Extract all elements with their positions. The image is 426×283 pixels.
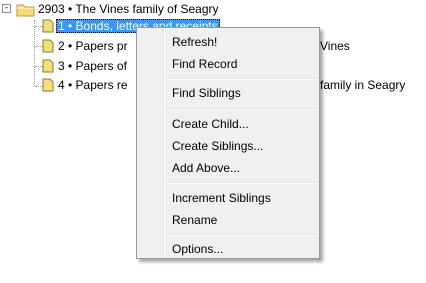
menu-item-label: Find Record <box>172 57 238 71</box>
menu-separator <box>167 108 316 110</box>
document-icon <box>42 19 54 33</box>
menu-item-label: Refresh! <box>172 35 218 49</box>
menu-item-label: Create Child... <box>172 117 249 131</box>
tree-node-label: 2903 • The Vines family of Seagry <box>38 2 219 16</box>
menu-item-find-siblings[interactable]: Find Siblings <box>140 82 316 104</box>
tree-guide-line <box>34 20 35 86</box>
document-icon <box>42 39 54 53</box>
tree-node-label: 4 • Papers re <box>58 78 128 92</box>
menu-item-find-record[interactable]: Find Record <box>140 53 316 75</box>
folder-open-icon <box>16 4 35 17</box>
tree-node-label-tail: family in Seagry <box>320 78 406 92</box>
tree-node[interactable]: 3 • Papers of <box>40 58 129 74</box>
tree-node-root[interactable]: 2903 • The Vines family of Seagry <box>16 1 221 17</box>
menu-item-label: Find Siblings <box>172 86 241 100</box>
tree-node-label: 3 • Papers of <box>58 59 127 73</box>
menu-item-options[interactable]: Options... <box>140 238 316 260</box>
menu-item-label: Increment Siblings <box>172 191 271 205</box>
document-icon <box>42 59 54 73</box>
document-icon <box>42 78 54 92</box>
menu-separator <box>167 78 316 80</box>
menu-item-label: Add Above... <box>172 161 241 175</box>
menu-item-label: Options... <box>172 242 224 256</box>
collapse-toggle[interactable]: - <box>2 4 11 13</box>
menu-separator <box>167 234 316 236</box>
menu-item-label: Rename <box>172 213 218 227</box>
menu-item-increment-siblings[interactable]: Increment Siblings <box>140 187 316 209</box>
tree-node[interactable]: 2 • Papers pr <box>40 38 130 54</box>
tree-node-label-tail: Vines <box>320 39 350 53</box>
menu-item-rename[interactable]: Rename <box>140 209 316 231</box>
menu-item-refresh[interactable]: Refresh! <box>140 31 316 53</box>
menu-item-label: Create Siblings... <box>172 139 264 153</box>
context-menu: Refresh! Find Record Find Siblings Creat… <box>136 27 320 259</box>
menu-item-create-child[interactable]: Create Child... <box>140 113 316 135</box>
menu-separator <box>167 182 316 184</box>
tree-node[interactable]: 4 • Papers re <box>40 77 130 93</box>
menu-item-add-above[interactable]: Add Above... <box>140 157 316 179</box>
tree-node-label: 2 • Papers pr <box>58 39 128 53</box>
menu-item-create-siblings[interactable]: Create Siblings... <box>140 135 316 157</box>
